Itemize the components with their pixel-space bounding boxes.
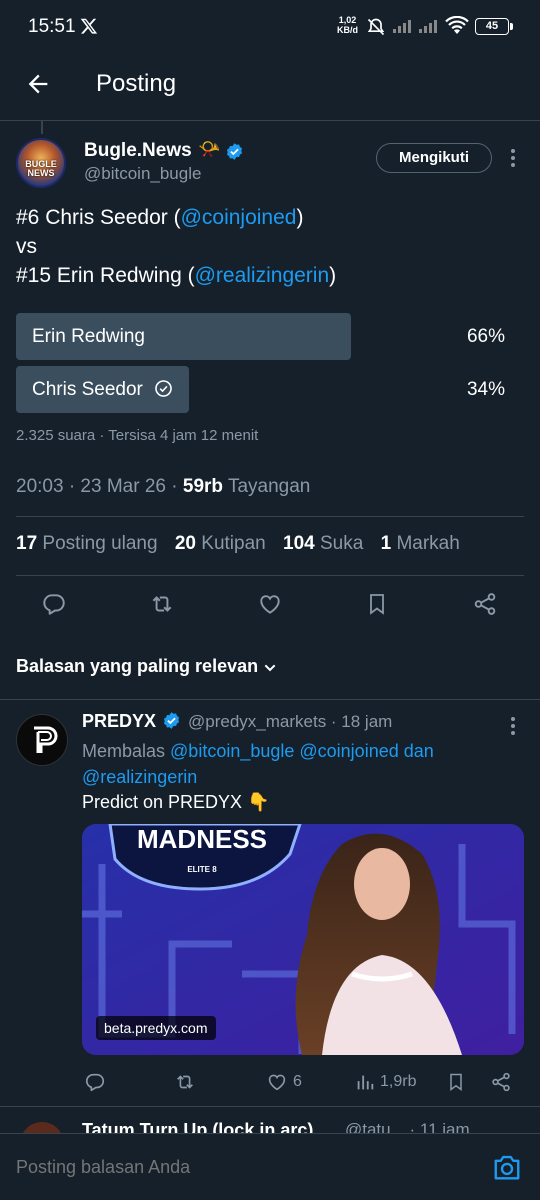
author-name[interactable]: Bugle.News	[84, 140, 192, 162]
media-domain-label[interactable]: beta.predyx.com	[96, 1016, 216, 1040]
mention-coinjoined[interactable]: @coinjoined	[181, 206, 297, 229]
verified-badge-icon	[162, 711, 181, 730]
replies-sort-label[interactable]: Balasan yang paling relevan	[16, 656, 258, 677]
chevron-down-icon[interactable]	[262, 660, 278, 676]
likes-stat[interactable]: 104 Suka	[283, 533, 363, 554]
views-count: 59rb	[182, 476, 224, 497]
author-avatar[interactable]: BUGLE NEWS	[16, 138, 66, 188]
reply-author-name[interactable]: PREDYX	[82, 711, 156, 732]
signal-icon-2	[418, 18, 440, 34]
following-button[interactable]: Mengikuti	[376, 143, 492, 173]
divider	[16, 575, 524, 576]
media-banner-text: MADNESS	[137, 824, 267, 854]
author-emoji: 📯	[198, 139, 221, 159]
page-title: Posting	[96, 70, 177, 97]
battery-icon: 45	[475, 18, 509, 35]
reply-author-avatar[interactable]	[16, 714, 68, 766]
bookmark-icon[interactable]	[365, 591, 389, 617]
media-sub-text: ELITE 8	[187, 865, 217, 874]
share-icon[interactable]	[472, 591, 498, 617]
like-icon[interactable]	[257, 591, 283, 617]
reply-text: Predict on PREDYX 👇	[82, 792, 270, 812]
repost-icon[interactable]	[148, 591, 176, 617]
x-logo-icon	[80, 17, 98, 35]
replying-to: Membalas @bitcoin_bugle @coinjoined dan …	[82, 741, 434, 787]
post-text: #6 Chris Seedor (@coinjoined) vs #15 Eri…	[16, 206, 337, 287]
mute-icon	[366, 17, 386, 37]
back-arrow-icon[interactable]	[24, 70, 52, 98]
voted-check-icon	[155, 380, 172, 397]
repost-icon[interactable]	[173, 1071, 197, 1093]
post-timestamp: 20:03 · 23 Mar 26 · 59rb Tayangan	[16, 476, 311, 497]
bookmarks-stat[interactable]: 1 Markah	[381, 533, 460, 554]
header-divider	[0, 120, 540, 121]
poll-option-percent: 66%	[466, 326, 505, 347]
net-speed: 1,02 KB/d	[337, 15, 358, 35]
wifi-icon	[445, 16, 469, 36]
author-handle[interactable]: @bitcoin_bugle	[84, 164, 201, 184]
divider	[0, 699, 540, 700]
more-options-icon[interactable]	[504, 716, 522, 736]
views-icon[interactable]	[354, 1071, 376, 1093]
status-clock: 15:51	[28, 16, 76, 37]
reply-input[interactable]	[16, 1157, 456, 1178]
avatar-logo-text: BUGLE NEWS	[25, 159, 57, 178]
reply-icon[interactable]	[41, 591, 67, 617]
like-icon[interactable]	[266, 1071, 288, 1093]
more-options-icon[interactable]	[504, 148, 522, 168]
reply-author-handle[interactable]: @predyx_markets · 18 jam	[188, 712, 392, 732]
battery-tip	[510, 23, 513, 30]
verified-badge-icon	[225, 142, 244, 161]
poll-option-label: Erin Redwing	[32, 326, 145, 347]
divider	[0, 1106, 540, 1107]
mention-realizingerin[interactable]: @realizingerin	[195, 264, 330, 287]
reposts-stat[interactable]: 17 Posting ulang	[16, 533, 158, 554]
signal-icon-1	[392, 18, 414, 34]
reply-likes-count: 6	[293, 1073, 302, 1090]
poll-meta: 2.325 suara · Tersisa 4 jam 12 menit	[16, 427, 259, 444]
quotes-stat[interactable]: 20 Kutipan	[175, 533, 266, 554]
divider	[16, 516, 524, 517]
reply-views-count: 1,9rb	[380, 1073, 417, 1090]
bookmark-icon[interactable]	[446, 1071, 466, 1093]
thread-line	[41, 120, 43, 134]
share-icon[interactable]	[490, 1071, 512, 1093]
engagement-stats: 17 Posting ulang 20 Kutipan 104 Suka 1 M…	[16, 533, 460, 555]
status-bar: 15:51 1,02 KB/d 45	[0, 0, 540, 56]
poll-option-label: Chris Seedor	[32, 379, 173, 401]
poll-option-percent: 34%	[466, 379, 505, 400]
camera-icon[interactable]	[492, 1153, 522, 1181]
reply-icon[interactable]	[84, 1071, 106, 1093]
